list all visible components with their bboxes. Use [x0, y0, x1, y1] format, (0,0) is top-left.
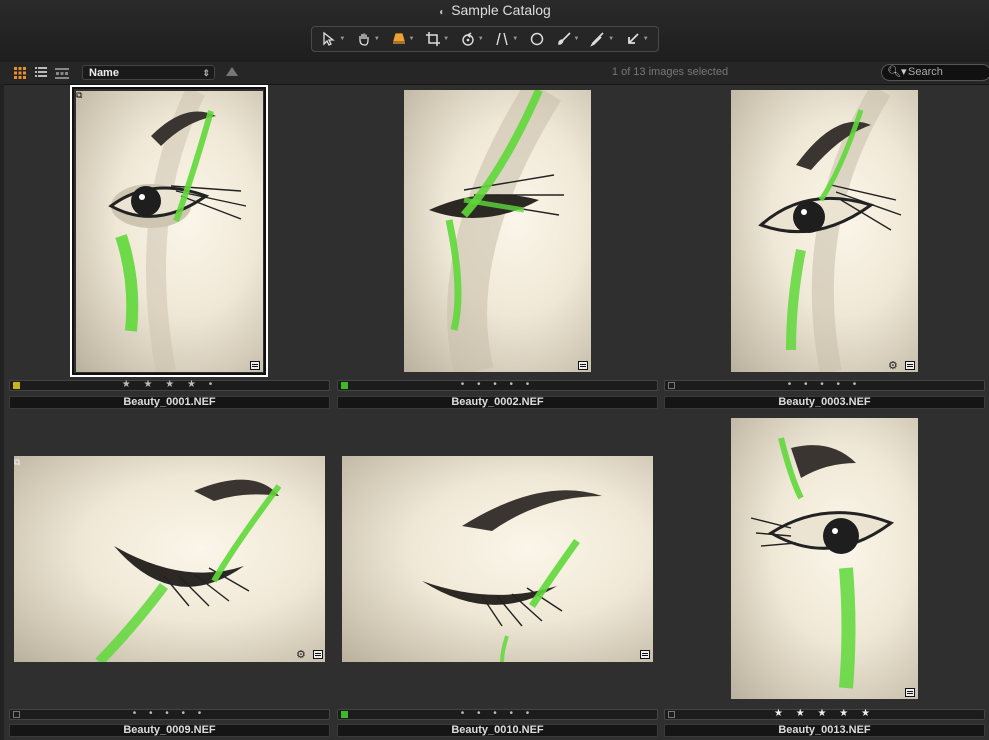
- grid-view-icon[interactable]: [13, 66, 27, 80]
- star-rating[interactable]: • • • • •: [338, 708, 657, 719]
- adjustments-badge-icon: ⧉: [76, 90, 83, 100]
- list-view-icon[interactable]: [34, 66, 48, 80]
- circle-tool-button[interactable]: [526, 28, 548, 50]
- metadata-icon[interactable]: [905, 688, 915, 697]
- browser-toolbar: Name ⇕ 1 of 13 images selected 🔍︎▾ Searc…: [0, 62, 989, 85]
- filename-label: Beauty_0003.NEF: [664, 396, 985, 409]
- search-placeholder: Search: [908, 66, 943, 78]
- crop-tool-button[interactable]: ▼: [422, 28, 452, 50]
- brush-tool-icon: [557, 32, 571, 45]
- rating-bar[interactable]: ★ ★ ★ ★ •: [9, 379, 330, 391]
- hand-tool-button[interactable]: ▼: [353, 28, 383, 50]
- filename-label: Beauty_0010.NEF: [337, 724, 658, 737]
- brush-tool-button[interactable]: ▼: [553, 28, 583, 50]
- rating-bar[interactable]: • • • • •: [664, 379, 985, 391]
- hand-tool-icon: [359, 33, 369, 46]
- select-tool-button[interactable]: ▼: [318, 28, 348, 50]
- metadata-icon[interactable]: [640, 650, 650, 659]
- chevron-updown-icon: ⇕: [202, 68, 210, 78]
- thumbnail-image[interactable]: [76, 91, 263, 372]
- select-tool-icon: [323, 31, 336, 46]
- circle-tool-icon: [530, 32, 544, 46]
- selection-status: 1 of 13 images selected: [611, 66, 729, 78]
- search-icon: 🔍︎▾: [887, 66, 907, 78]
- eyedropper-tool-button[interactable]: ▼: [587, 28, 617, 50]
- sort-by-value: Name: [89, 67, 119, 79]
- rating-bar[interactable]: ★ ★ ★ ★ ★: [664, 708, 985, 720]
- crop-tool-icon: [426, 32, 441, 46]
- filename-label: Beauty_0001.NEF: [9, 396, 330, 409]
- catalog-icon: ◐: [439, 7, 446, 18]
- arrow-tool-button[interactable]: ▼: [622, 28, 652, 50]
- search-field[interactable]: 🔍︎▾ Search: [881, 64, 989, 81]
- eyedropper-tool-icon: [590, 32, 604, 47]
- straighten-tool-button[interactable]: ▼: [491, 28, 521, 50]
- left-panel-edge: [0, 84, 4, 740]
- arrow-tool-icon: [627, 33, 639, 44]
- rating-bar[interactable]: • • • • •: [337, 379, 658, 391]
- lamp-tool-button[interactable]: ▼: [388, 28, 418, 50]
- lamp-tool-icon: [392, 33, 405, 44]
- star-rating[interactable]: ★ ★ ★ ★ •: [10, 379, 329, 390]
- filename-label: Beauty_0013.NEF: [664, 724, 985, 737]
- window-title-text: Sample Catalog: [451, 2, 551, 18]
- adjustments-badge-icon: ⧉: [14, 457, 21, 467]
- metadata-icon[interactable]: [905, 361, 915, 370]
- thumbnail-image[interactable]: [731, 90, 918, 372]
- rotate-tool-button[interactable]: ▼: [457, 28, 487, 50]
- sort-by-select[interactable]: Name ⇕: [82, 65, 215, 80]
- star-rating[interactable]: • • • • •: [665, 379, 984, 390]
- straighten-tool-icon: [496, 32, 508, 46]
- star-rating[interactable]: • • • • •: [10, 708, 329, 719]
- star-rating[interactable]: ★ ★ ★ ★ ★: [665, 708, 984, 719]
- thumbnail-image[interactable]: [342, 456, 653, 662]
- thumbnail-image[interactable]: [731, 418, 918, 699]
- star-rating[interactable]: • • • • •: [338, 379, 657, 390]
- gear-icon[interactable]: ⚙: [888, 361, 898, 372]
- filmstrip-view-icon[interactable]: [55, 66, 69, 80]
- thumbnail-image[interactable]: [14, 456, 325, 662]
- filename-label: Beauty_0002.NEF: [337, 396, 658, 409]
- rating-bar[interactable]: • • • • •: [9, 708, 330, 720]
- window-titlebar: ◐ Sample Catalog ▼ ▼ ▼ ▼ ▼ ▼ ▼ ▼ ▼: [0, 0, 989, 62]
- metadata-icon[interactable]: [313, 650, 323, 659]
- metadata-icon[interactable]: [578, 361, 588, 370]
- metadata-icon[interactable]: [250, 361, 260, 370]
- gear-icon[interactable]: ⚙: [296, 650, 306, 661]
- thumbnail-image[interactable]: [404, 90, 591, 372]
- filename-label: Beauty_0009.NEF: [9, 724, 330, 737]
- window-title: ◐ Sample Catalog: [0, 2, 989, 18]
- rotate-tool-icon: [461, 32, 474, 46]
- tool-palette: ▼ ▼ ▼ ▼ ▼ ▼ ▼ ▼ ▼: [311, 26, 659, 52]
- sort-ascending-icon[interactable]: [226, 67, 238, 76]
- rating-bar[interactable]: • • • • •: [337, 708, 658, 720]
